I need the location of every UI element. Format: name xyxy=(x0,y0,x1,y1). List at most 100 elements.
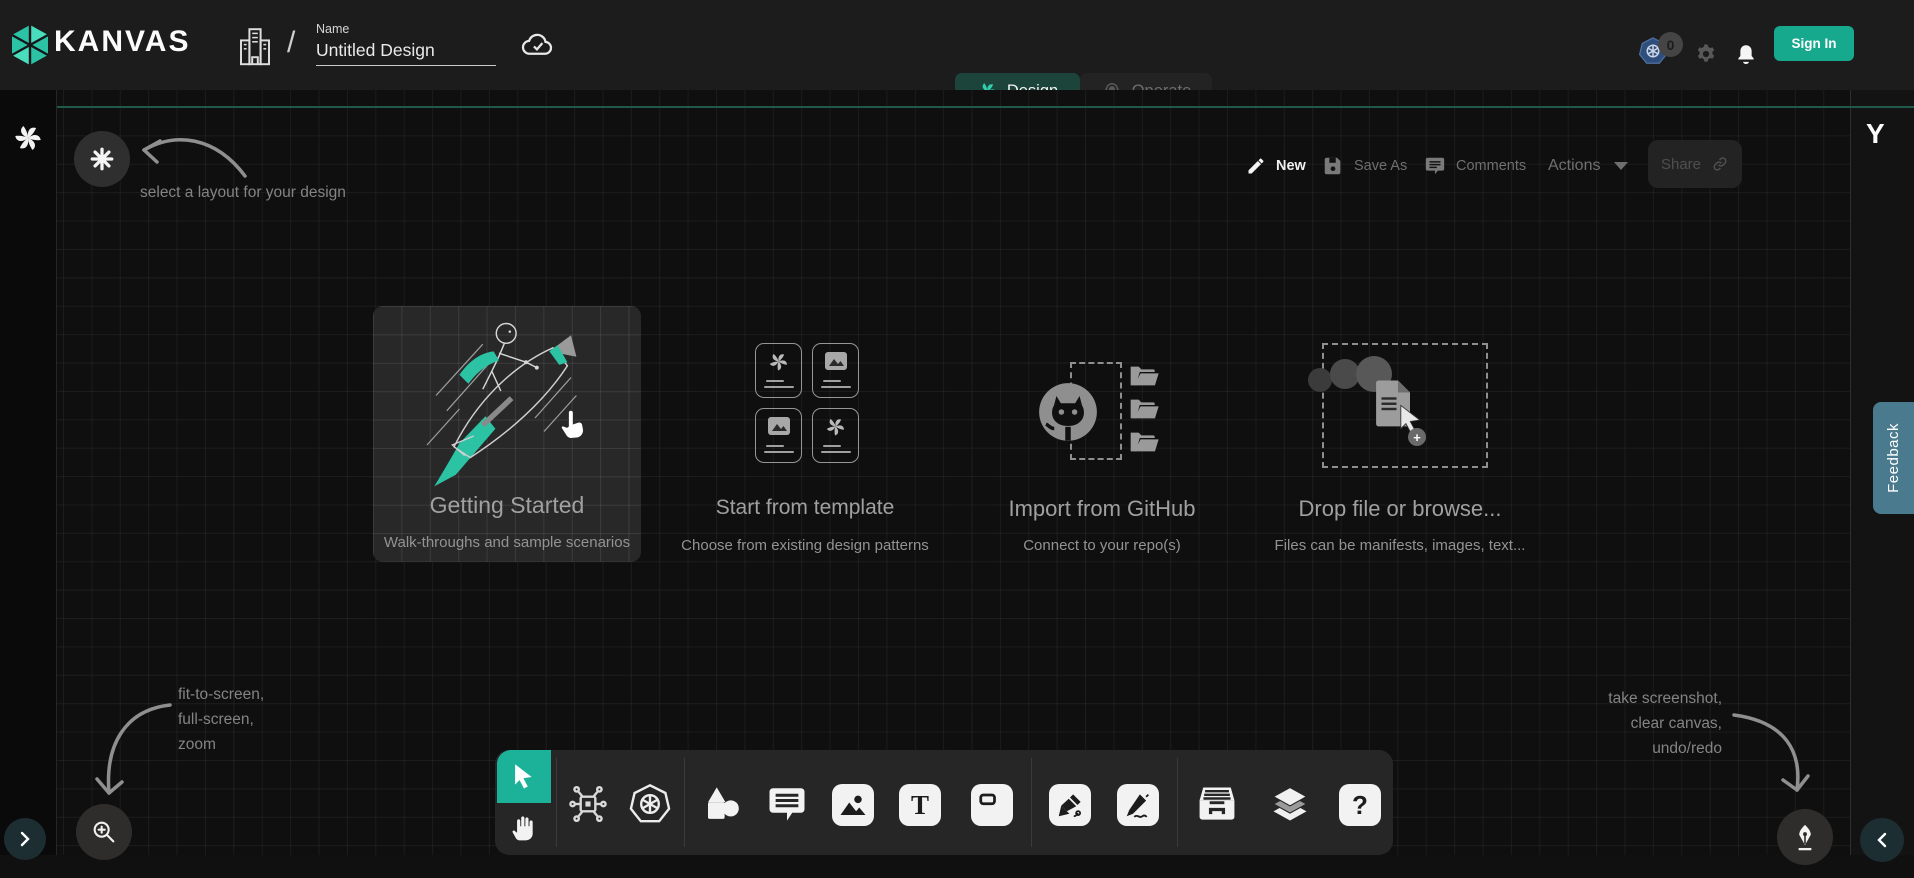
floppy-disk-icon xyxy=(1322,155,1344,177)
image-tool-button[interactable] xyxy=(832,784,874,826)
breadcrumb-separator: / xyxy=(287,26,295,60)
github-icon xyxy=(1035,379,1101,445)
pen-nib-icon xyxy=(1791,822,1819,852)
expand-sidebar-button[interactable] xyxy=(4,818,46,860)
image-icon xyxy=(824,351,848,371)
history-hint-line: take screenshot, xyxy=(1572,686,1722,711)
github-title: Import from GitHub xyxy=(952,496,1252,522)
layers-icon xyxy=(1268,782,1312,826)
start-from-template-card[interactable]: Start from template Choose from existing… xyxy=(655,306,955,562)
left-sidebar xyxy=(0,90,57,855)
image-icon xyxy=(838,790,868,820)
comments-button[interactable]: Comments xyxy=(1424,152,1526,180)
shapes-tool-button[interactable] xyxy=(699,781,745,827)
link-icon xyxy=(1711,155,1729,173)
text-T-icon: T xyxy=(911,792,929,819)
template-tile[interactable] xyxy=(755,408,802,463)
feedback-label: Feedback xyxy=(1885,423,1902,493)
getting-started-subtitle: Walk-throughs and sample scenarios xyxy=(373,534,641,551)
layers-tool-button[interactable] xyxy=(1267,781,1313,827)
drop-trail-dot xyxy=(1308,368,1332,392)
brand-title: KANVAS xyxy=(54,25,190,59)
design-name-input[interactable] xyxy=(316,40,496,66)
hand-icon xyxy=(508,810,540,844)
comment-tool-button[interactable] xyxy=(764,781,810,827)
feedback-tab[interactable]: Feedback xyxy=(1873,402,1914,514)
cursor-icon xyxy=(511,763,537,791)
template-tile[interactable] xyxy=(812,343,859,398)
kanvas-app: KANVAS / Name 0 xyxy=(0,0,1914,878)
comment-icon xyxy=(766,783,808,825)
hand-cursor-icon xyxy=(553,408,589,446)
save-as-label: Save As xyxy=(1354,158,1407,174)
drawer-tool-button[interactable] xyxy=(1194,781,1240,827)
image-icon xyxy=(767,416,791,436)
drop-title: Drop file or browse... xyxy=(1250,496,1550,522)
drawer-icon xyxy=(1195,782,1239,826)
note-icon xyxy=(977,790,1007,820)
layout-selector-button[interactable] xyxy=(74,131,130,187)
new-design-button[interactable]: New xyxy=(1246,152,1306,180)
kubernetes-tool-button[interactable] xyxy=(627,781,673,827)
meshery-swirl-icon[interactable] xyxy=(13,123,43,153)
template-tile[interactable] xyxy=(812,408,859,463)
import-github-card[interactable]: Import from GitHub Connect to your repo(… xyxy=(952,306,1252,562)
select-tool-button[interactable] xyxy=(497,750,551,803)
share-button[interactable]: Share xyxy=(1648,140,1742,188)
kubernetes-icon xyxy=(628,782,672,826)
toolbar-divider xyxy=(684,758,685,847)
zoom-button[interactable] xyxy=(76,804,132,860)
pen-icon xyxy=(1055,790,1085,820)
design-name-label: Name xyxy=(316,22,349,36)
drop-subtitle: Files can be manifests, images, text... xyxy=(1250,537,1550,554)
notifications-bell-icon[interactable] xyxy=(1733,39,1759,67)
comment-bubble-icon xyxy=(1424,155,1446,177)
pencil-icon xyxy=(1246,156,1266,176)
toolbar-divider xyxy=(1177,758,1178,847)
plus-badge-icon: + xyxy=(1408,428,1426,446)
save-as-button[interactable]: Save As xyxy=(1322,152,1407,180)
history-hint-line: undo/redo xyxy=(1572,736,1722,761)
annotate-pen-button[interactable] xyxy=(1777,809,1833,865)
toolbar-divider xyxy=(1031,758,1032,847)
pencil-draw-icon xyxy=(1123,790,1153,820)
template-tile[interactable] xyxy=(755,343,802,398)
actions-label: Actions xyxy=(1548,157,1600,175)
actions-dropdown[interactable]: Actions xyxy=(1548,152,1628,180)
history-hint-line: clear canvas, xyxy=(1572,711,1722,736)
chevron-right-icon xyxy=(17,831,33,847)
collapse-panel-button[interactable] xyxy=(1860,818,1904,862)
comments-label: Comments xyxy=(1456,158,1526,174)
organization-icon[interactable] xyxy=(238,25,272,67)
getting-started-card[interactable]: Getting Started Walk-throughs and sample… xyxy=(373,306,641,562)
chevron-down-icon xyxy=(1614,162,1628,170)
swirl-icon xyxy=(825,416,846,437)
question-mark-icon: ? xyxy=(1352,792,1368,818)
help-tool-button[interactable]: ? xyxy=(1339,784,1381,826)
zoom-hint-arrow xyxy=(85,690,195,810)
folder-icon xyxy=(1128,397,1160,421)
pen-tool-button[interactable] xyxy=(1049,784,1091,826)
chevron-left-icon xyxy=(1874,832,1890,848)
share-label: Share xyxy=(1661,156,1701,173)
drop-file-card[interactable]: + Drop file or browse... Files can be ma… xyxy=(1250,306,1550,562)
asterisk-icon xyxy=(89,146,115,172)
pencil-tool-button[interactable] xyxy=(1117,784,1159,826)
y-logo-icon[interactable]: Y xyxy=(1866,118,1885,150)
new-label: New xyxy=(1276,158,1306,174)
layout-hint-text: select a layout for your design xyxy=(140,180,346,205)
cloud-saved-icon xyxy=(520,29,556,59)
text-tool-button[interactable]: T xyxy=(899,784,941,826)
folder-icon xyxy=(1128,430,1160,454)
swirl-icon xyxy=(768,351,789,372)
sign-in-button[interactable]: Sign In xyxy=(1774,26,1854,61)
getting-started-title: Getting Started xyxy=(373,492,641,519)
canvas-top-border xyxy=(57,106,1914,108)
pan-tool-button[interactable] xyxy=(503,805,545,849)
history-hint-arrow xyxy=(1728,700,1818,800)
note-tool-button[interactable] xyxy=(971,784,1013,826)
component-tool-button[interactable] xyxy=(565,781,611,827)
history-hint-text: take screenshot, clear canvas, undo/redo xyxy=(1572,686,1722,761)
settings-gear-icon[interactable] xyxy=(1694,42,1718,66)
kubernetes-count-badge: 0 xyxy=(1658,32,1683,57)
